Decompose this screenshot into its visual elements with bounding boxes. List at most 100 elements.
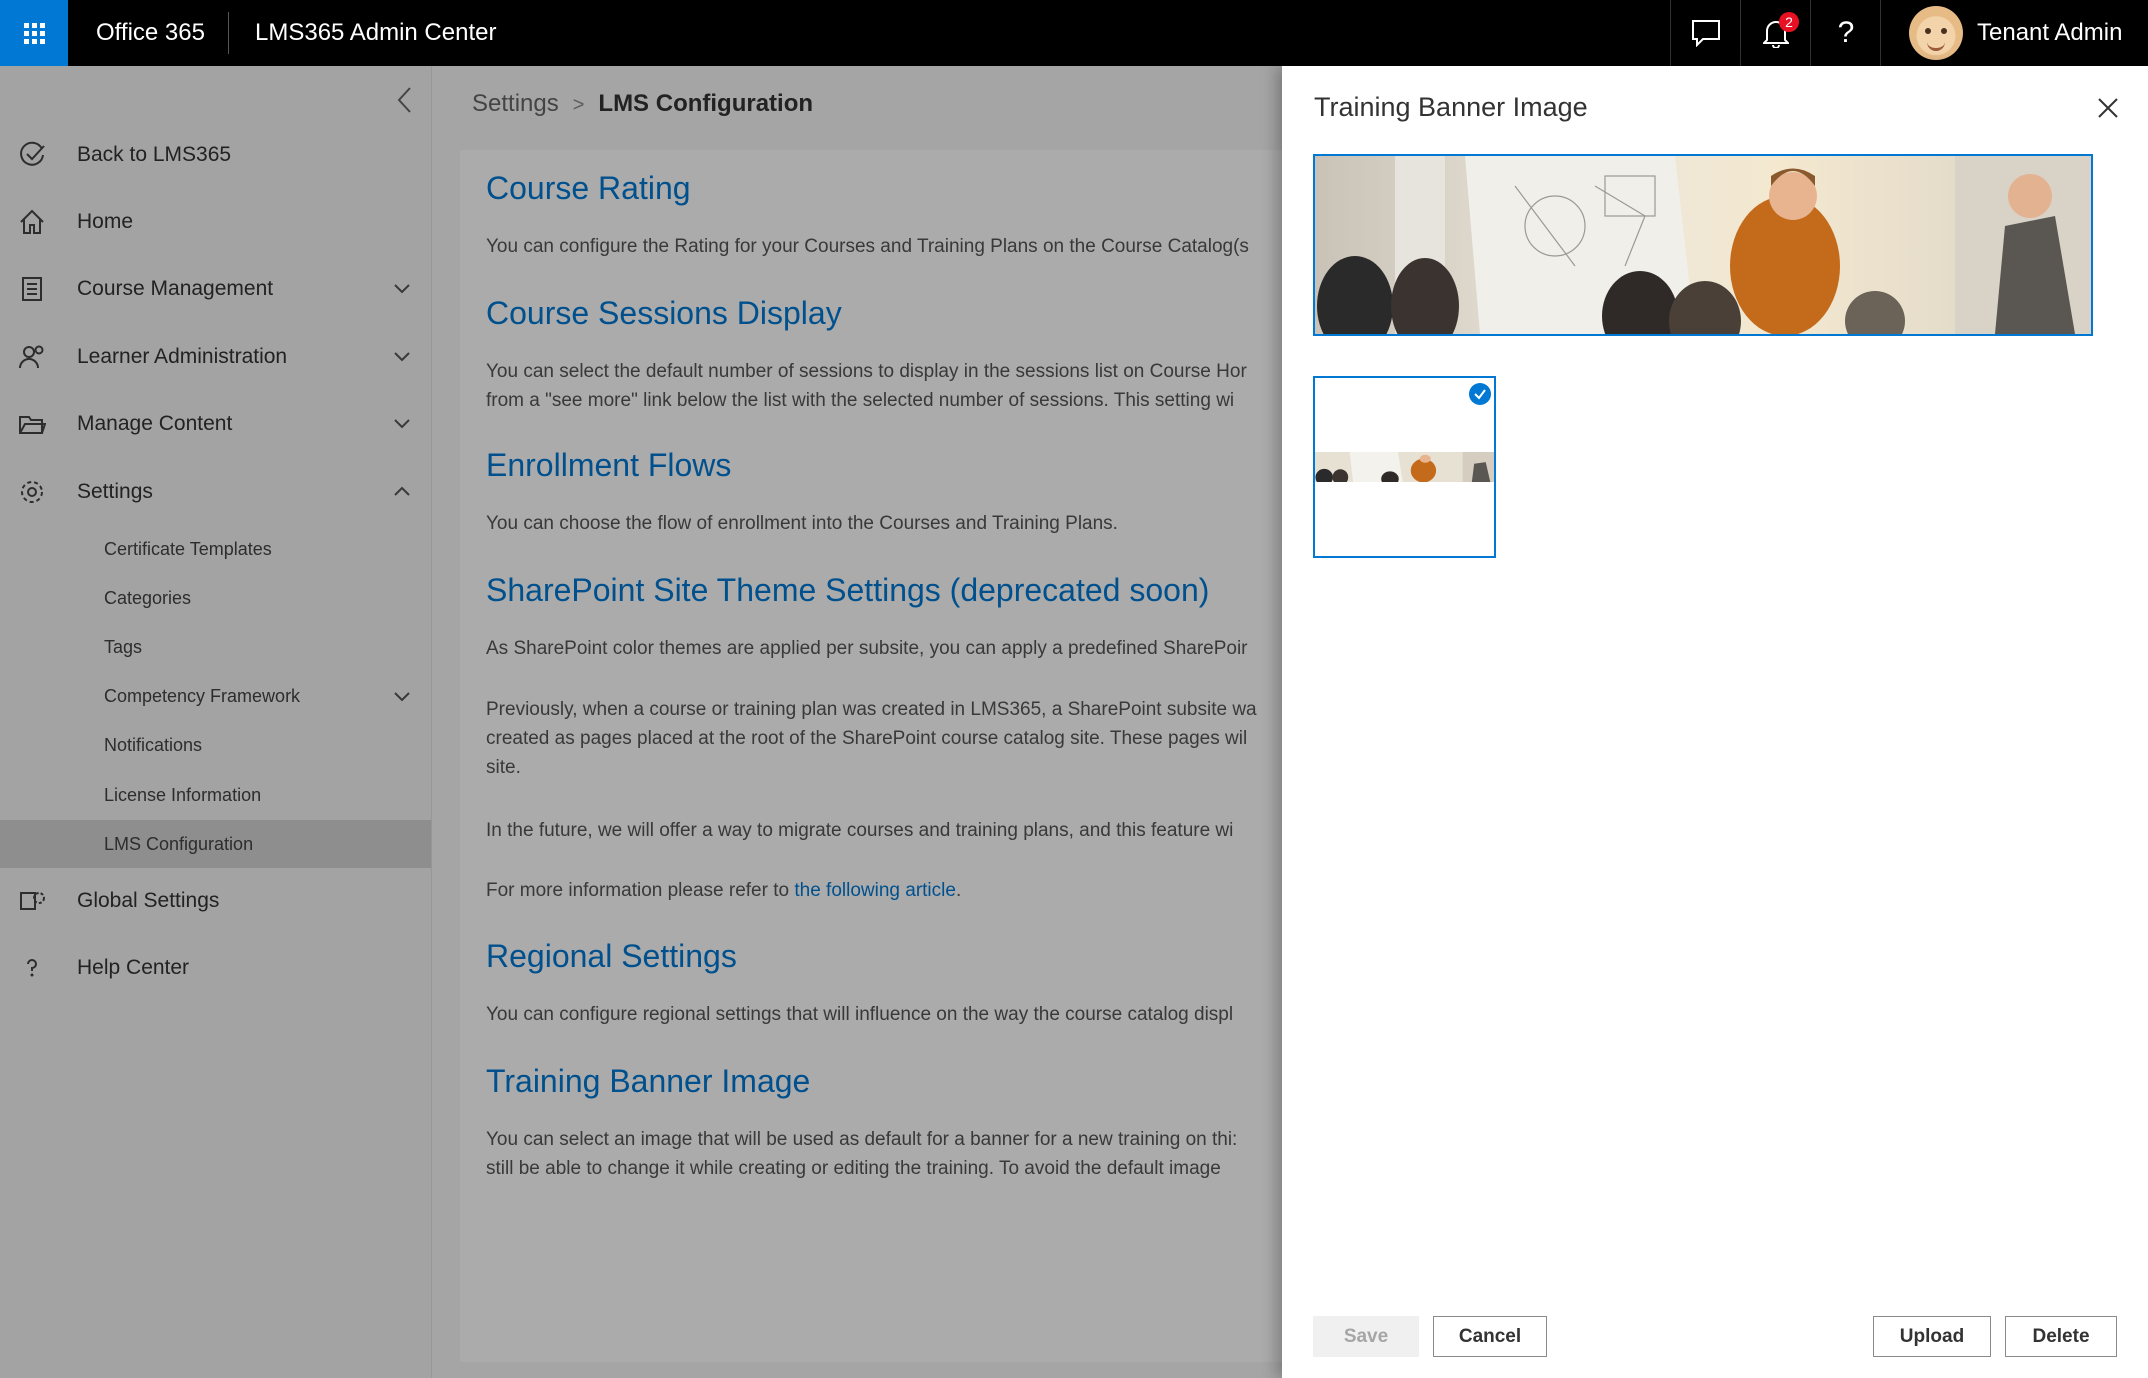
- waffle-icon: [23, 22, 45, 44]
- section-title-training-banner[interactable]: Training Banner Image: [486, 1063, 810, 1100]
- cancel-button[interactable]: Cancel: [1433, 1316, 1547, 1357]
- section-text: site.: [486, 757, 521, 778]
- sub-item-label: License Information: [104, 785, 262, 805]
- nav-label: Learner Administration: [77, 345, 288, 368]
- folder-icon: [18, 410, 46, 438]
- app-title[interactable]: LMS365 Admin Center: [255, 0, 496, 66]
- section-text: Previously, when a course or training pl…: [486, 699, 1257, 720]
- section-title-course-rating[interactable]: Course Rating: [486, 170, 691, 207]
- section-text: from a "see more" link below the list wi…: [486, 390, 1235, 411]
- sub-item-label: LMS Configuration: [104, 834, 254, 854]
- section-text: still be able to change it while creatin…: [486, 1158, 1221, 1179]
- section-title-sessions-display[interactable]: Course Sessions Display: [486, 295, 842, 332]
- configuration-card: Course Rating You can configure the Rati…: [460, 150, 1282, 1362]
- nav-course-management[interactable]: Course Management: [0, 259, 431, 319]
- chevron-down-icon: [394, 692, 410, 702]
- more-info-text: For more information please refer to: [486, 880, 795, 901]
- app-launcher-button[interactable]: [0, 0, 68, 66]
- breadcrumb-settings-link[interactable]: Settings: [472, 90, 559, 117]
- top-bar: Office 365 LMS365 Admin Center 2 ? Tenan…: [0, 0, 2148, 66]
- breadcrumb: Settings > LMS Configuration: [472, 90, 813, 118]
- home-icon: [18, 208, 46, 236]
- help-question-icon: ?: [1837, 16, 1855, 49]
- nav-label: Back to LMS365: [77, 143, 232, 166]
- sub-item-license-information[interactable]: License Information: [0, 771, 431, 819]
- section-text: You can select the default number of ses…: [486, 361, 1247, 382]
- collapse-nav-button[interactable]: [392, 80, 416, 120]
- global-settings-icon: [18, 887, 46, 915]
- nav-back-to-lms365[interactable]: Back to LMS365: [0, 125, 431, 185]
- gear-icon: [18, 478, 46, 506]
- training-banner-panel: Training Banner Image Save Cancel Upload…: [1282, 66, 2148, 1378]
- chat-icon: [1692, 20, 1720, 47]
- banner-preview-image: [1313, 154, 2093, 336]
- breadcrumb-separator: >: [572, 94, 585, 116]
- sub-item-notifications[interactable]: Notifications: [0, 721, 431, 769]
- section-text: You can configure the Rating for your Co…: [486, 236, 1249, 257]
- sub-item-competency-framework[interactable]: Competency Framework: [0, 672, 431, 720]
- banner-thumbnail[interactable]: [1313, 376, 1496, 558]
- nav-help-center[interactable]: Help Center: [0, 938, 431, 998]
- chevron-down-icon: [394, 352, 410, 362]
- thumbnail-image: [1315, 452, 1494, 482]
- section-text: You can select an image that will be use…: [486, 1129, 1238, 1150]
- sub-item-label: Notifications: [104, 735, 203, 755]
- help-button[interactable]: ?: [1810, 0, 1881, 66]
- brand-link[interactable]: Office 365: [96, 0, 205, 66]
- nav-manage-content[interactable]: Manage Content: [0, 394, 431, 454]
- nav-label: Help Center: [77, 956, 190, 979]
- upload-button[interactable]: Upload: [1873, 1316, 1991, 1357]
- section-text: For more information please refer to the…: [486, 876, 961, 905]
- chevron-left-icon: [397, 87, 411, 113]
- save-button[interactable]: Save: [1313, 1316, 1419, 1357]
- section-title-regional-settings[interactable]: Regional Settings: [486, 938, 737, 975]
- nav-settings[interactable]: Settings: [0, 462, 431, 522]
- more-info-period: .: [955, 880, 962, 901]
- user-menu[interactable]: Tenant Admin: [1880, 0, 2148, 66]
- avatar: [1909, 6, 1963, 60]
- chevron-down-icon: [394, 284, 410, 294]
- nav-label: Manage Content: [77, 412, 233, 435]
- following-article-link[interactable]: the following article: [794, 880, 956, 901]
- section-title-enrollment-flows[interactable]: Enrollment Flows: [486, 447, 731, 484]
- check-circle-icon: [18, 141, 46, 169]
- nav-label: Settings: [77, 480, 153, 503]
- section-text: In the future, we will offer a way to mi…: [486, 820, 1234, 841]
- sub-item-label: Categories: [104, 588, 192, 608]
- topbar-divider: [228, 12, 229, 54]
- chevron-up-icon: [394, 486, 410, 496]
- people-icon: [18, 343, 46, 371]
- help-icon: [18, 954, 46, 982]
- nav-global-settings[interactable]: Global Settings: [0, 871, 431, 931]
- nav-label: Home: [77, 210, 134, 233]
- sub-item-tags[interactable]: Tags: [0, 623, 431, 671]
- sub-item-label: Certificate Templates: [104, 539, 272, 559]
- nav-label: Course Management: [77, 277, 274, 300]
- notification-badge: 2: [1779, 12, 1799, 32]
- section-text: As SharePoint color themes are applied p…: [486, 638, 1248, 659]
- sub-item-categories[interactable]: Categories: [0, 574, 431, 622]
- nav-learner-administration[interactable]: Learner Administration: [0, 327, 431, 387]
- nav-label: Global Settings: [77, 889, 220, 912]
- breadcrumb-current: LMS Configuration: [598, 90, 814, 117]
- chat-button[interactable]: [1670, 0, 1741, 66]
- selected-check-icon: [1469, 383, 1491, 405]
- nav-home[interactable]: Home: [0, 192, 431, 252]
- left-navigation: Back to LMS365 Home Course Management Le…: [0, 66, 432, 1378]
- panel-title: Training Banner Image: [1314, 92, 1588, 122]
- sub-item-certificate-templates[interactable]: Certificate Templates: [0, 525, 431, 573]
- document-icon: [18, 275, 46, 303]
- delete-button[interactable]: Delete: [2005, 1316, 2117, 1357]
- section-text: You can choose the flow of enrollment in…: [486, 513, 1118, 534]
- close-icon[interactable]: [2096, 96, 2120, 120]
- sub-item-label: Tags: [104, 637, 143, 657]
- notifications-button[interactable]: 2: [1740, 0, 1811, 66]
- section-text: created as pages placed at the root of t…: [486, 728, 1248, 749]
- main-content: Settings > LMS Configuration Course Rating…: [432, 66, 1282, 1378]
- chevron-down-icon: [394, 419, 410, 429]
- section-text: You can configure regional settings that…: [486, 1004, 1234, 1025]
- section-title-sharepoint-theme[interactable]: SharePoint Site Theme Settings (deprecat…: [486, 572, 1209, 609]
- sub-item-label: Competency Framework: [104, 686, 301, 706]
- user-name: Tenant Admin: [1977, 19, 2123, 46]
- sub-item-lms-configuration[interactable]: LMS Configuration: [0, 820, 431, 868]
